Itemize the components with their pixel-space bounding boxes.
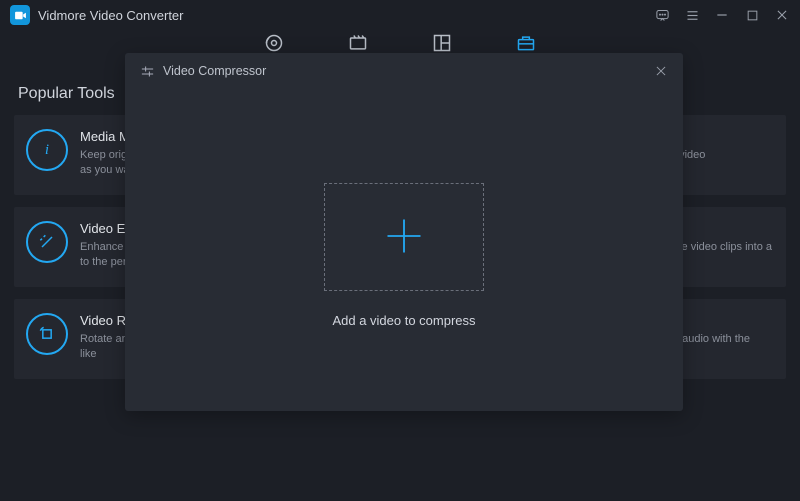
nav-mv-icon[interactable] xyxy=(347,32,369,54)
nav-collage-icon[interactable] xyxy=(431,32,453,54)
titlebar: Vidmore Video Converter xyxy=(0,0,800,30)
nav-converter-icon[interactable] xyxy=(263,32,285,54)
app-logo xyxy=(10,5,30,25)
plus-icon xyxy=(382,214,426,261)
modal-title: Video Compressor xyxy=(163,64,266,78)
video-compressor-modal: Video Compressor Add a video to compress xyxy=(125,53,683,411)
app-title: Vidmore Video Converter xyxy=(38,8,184,23)
rotator-icon xyxy=(26,313,68,355)
minimize-icon[interactable] xyxy=(714,7,730,23)
feedback-icon[interactable] xyxy=(654,7,670,23)
compressor-icon xyxy=(139,63,155,79)
add-video-dropzone[interactable] xyxy=(324,183,484,291)
modal-close-button[interactable] xyxy=(653,63,669,79)
dropzone-label: Add a video to compress xyxy=(125,313,683,328)
menu-icon[interactable] xyxy=(684,7,700,23)
maximize-icon[interactable] xyxy=(744,7,760,23)
enhancer-icon xyxy=(26,221,68,263)
close-icon[interactable] xyxy=(774,7,790,23)
modal-header: Video Compressor xyxy=(125,53,683,89)
nav-toolbox-icon[interactable] xyxy=(515,32,537,54)
info-icon: i xyxy=(26,129,68,171)
